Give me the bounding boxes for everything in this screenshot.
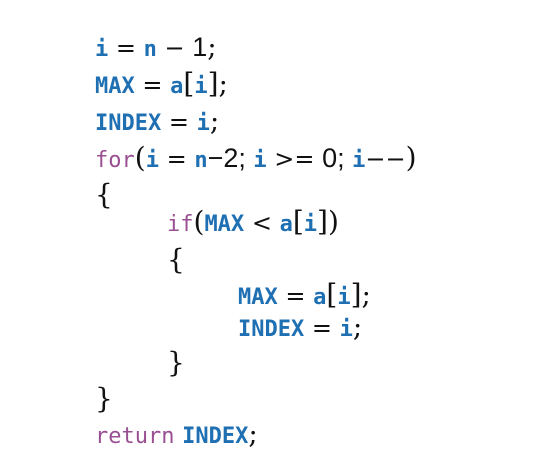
code-token-var: MAX bbox=[95, 74, 135, 99]
code-token-punct: [ bbox=[292, 205, 304, 238]
code-line: } bbox=[167, 346, 185, 380]
code-token-var: i bbox=[196, 111, 210, 136]
code-token-op: = bbox=[108, 34, 144, 62]
code-token-var: INDEX bbox=[182, 424, 249, 449]
code-token-punct: } bbox=[167, 346, 185, 379]
code-token-op: = bbox=[277, 282, 314, 310]
code-token-var: INDEX bbox=[95, 111, 162, 136]
code-token-punct: [ bbox=[326, 278, 338, 311]
code-token-var: MAX bbox=[204, 212, 245, 237]
code-token-kw: return bbox=[95, 424, 175, 449]
code-token-var: a bbox=[279, 212, 293, 237]
code-token-punct: ] bbox=[350, 278, 362, 311]
code-token-op: − bbox=[156, 34, 193, 62]
code-token-punct: ) bbox=[327, 205, 339, 238]
code-line: MAX = a[i]; bbox=[95, 67, 228, 101]
code-token-punct: ; bbox=[361, 278, 371, 311]
code-token-punct: ] bbox=[207, 67, 219, 100]
code-line: return INDEX; bbox=[95, 417, 258, 451]
code-token-var: i bbox=[253, 148, 267, 173]
code-line: for(i = n−2; i >= 0; i−−) bbox=[95, 141, 417, 175]
code-token-punct: ) bbox=[405, 141, 417, 174]
code-token-op: = bbox=[161, 108, 197, 136]
code-token-punct: [ bbox=[183, 67, 195, 100]
code-token-kw: if bbox=[167, 212, 194, 237]
code-token-var: i bbox=[145, 148, 159, 173]
code-token-punct: ( bbox=[134, 141, 146, 174]
code-token-punct: { bbox=[95, 178, 113, 211]
code-token-var: i bbox=[352, 148, 366, 173]
code-token-num: −2; bbox=[207, 143, 254, 173]
code-line: } bbox=[95, 382, 113, 416]
code-line: MAX = a[i]; bbox=[238, 278, 371, 312]
code-token-var: n bbox=[143, 37, 157, 62]
code-line: if(MAX < a[i]) bbox=[167, 205, 339, 239]
code-token-op: = bbox=[158, 145, 195, 173]
code-token-var: i bbox=[339, 317, 353, 342]
code-token-op: >= bbox=[266, 145, 323, 173]
code-token-punct: ; bbox=[248, 417, 258, 450]
code-line: i = n − 1; bbox=[95, 30, 217, 64]
code-token-punct: ] bbox=[317, 205, 328, 238]
code-token-op: = bbox=[134, 71, 171, 99]
code-token-op: −− bbox=[365, 145, 406, 173]
code-token-var: a bbox=[170, 74, 184, 99]
code-token-var: INDEX bbox=[238, 317, 305, 342]
code-token-kw: for bbox=[95, 148, 135, 173]
code-token-var: i bbox=[303, 212, 317, 237]
code-token-punct: ; bbox=[218, 67, 228, 100]
code-line: { bbox=[167, 243, 185, 277]
code-token-num: 0; bbox=[322, 143, 353, 173]
code-listing: i = n − 1; MAX = a[i]; INDEX = i; for(i … bbox=[0, 0, 557, 461]
code-token-punct: ; bbox=[209, 104, 220, 137]
code-token-punct: ; bbox=[352, 310, 363, 343]
code-line: INDEX = i; bbox=[238, 310, 362, 344]
code-token-op: = bbox=[304, 314, 340, 342]
code-token-op: < bbox=[244, 209, 280, 237]
code-token-var: i bbox=[95, 37, 109, 62]
code-token-punct: ; bbox=[207, 30, 217, 63]
code-token-op bbox=[174, 418, 182, 452]
code-line: INDEX = i; bbox=[95, 104, 219, 138]
code-token-num: 1 bbox=[192, 32, 208, 62]
code-token-var: i bbox=[194, 74, 208, 99]
code-line: { bbox=[95, 178, 113, 212]
code-token-punct: ( bbox=[193, 205, 205, 238]
code-token-punct: { bbox=[167, 243, 185, 276]
code-token-var: n bbox=[194, 148, 208, 173]
code-token-punct: } bbox=[95, 382, 113, 415]
